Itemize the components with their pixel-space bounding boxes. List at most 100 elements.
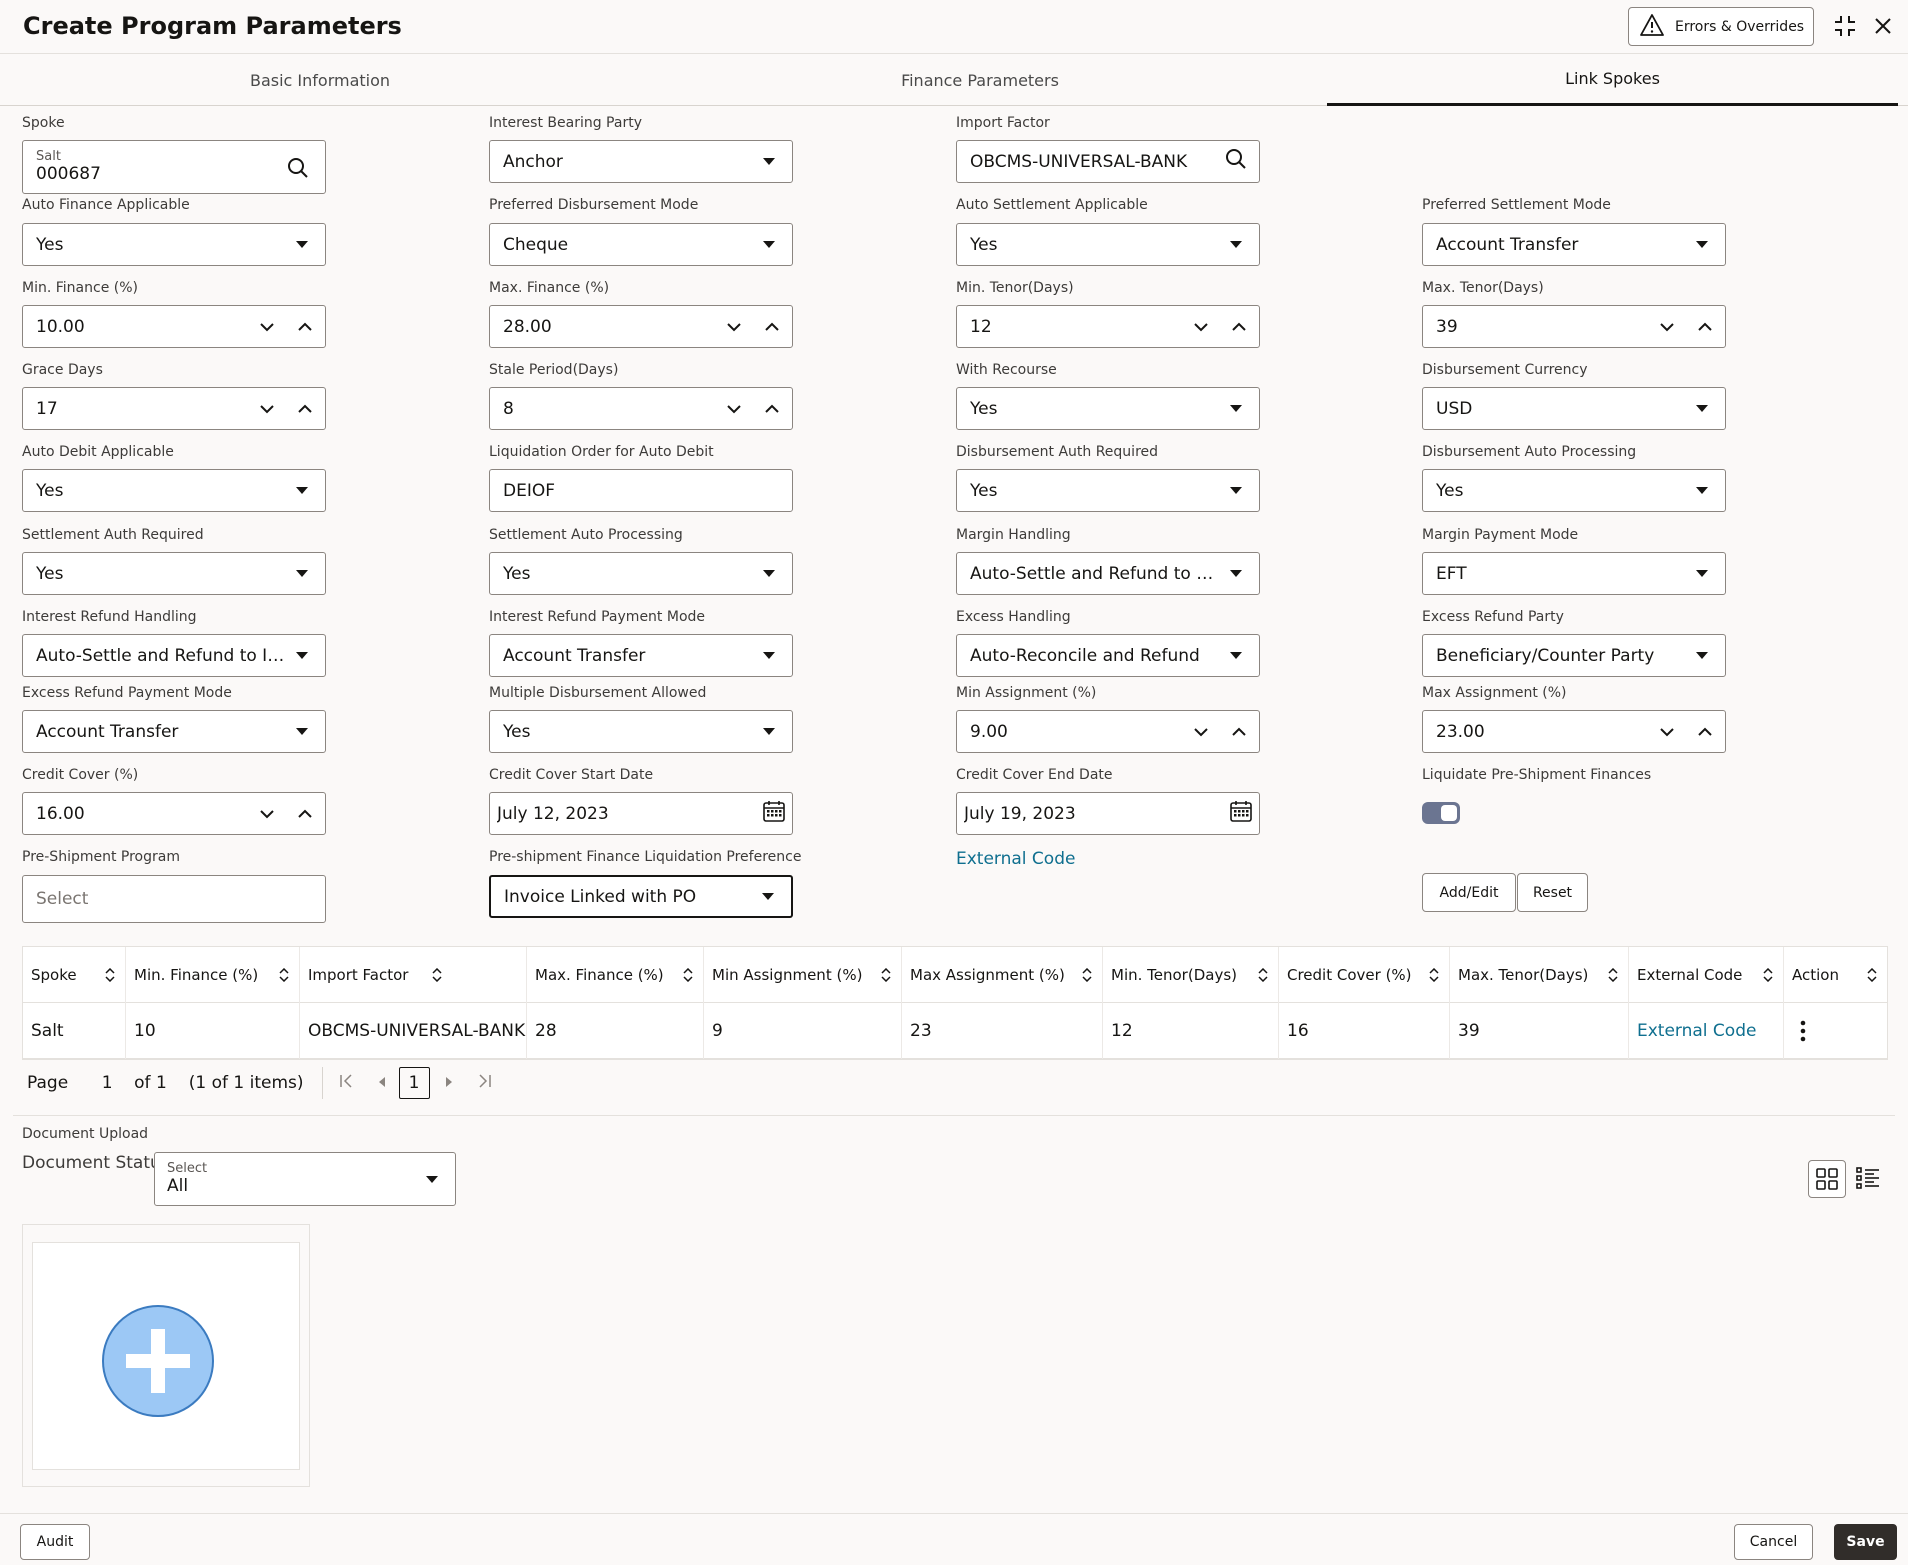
max-tenor-stepper[interactable]: 39 (1422, 305, 1726, 348)
chevron-down-icon[interactable] (1193, 322, 1209, 332)
close-icon[interactable] (1869, 12, 1897, 40)
interest-refund-handling-select[interactable]: Auto-Settle and Refund to IBP (22, 634, 326, 677)
chevron-down-icon[interactable] (259, 322, 275, 332)
interest-refund-payment-mode-select[interactable]: Account Transfer (489, 634, 793, 677)
pre-shipment-program-input[interactable]: Select (22, 875, 326, 923)
calendar-icon[interactable] (1229, 799, 1253, 828)
reset-button[interactable]: Reset (1517, 873, 1588, 912)
sort-icon[interactable] (105, 967, 115, 982)
max-finance-stepper[interactable]: 28.00 (489, 305, 793, 348)
row-actions-icon[interactable] (1784, 1003, 1887, 1059)
liquidate-pre-shipment-toggle[interactable] (1422, 802, 1460, 824)
external-code-cell-link[interactable]: External Code (1629, 1002, 1784, 1059)
calendar-icon[interactable] (762, 799, 786, 828)
pre-shipment-pref-select[interactable]: Invoice Linked with PO (489, 875, 793, 918)
margin-payment-mode-select[interactable]: EFT (1422, 552, 1726, 595)
sort-icon[interactable] (1763, 967, 1773, 982)
list-view-icon[interactable] (1856, 1166, 1880, 1194)
stale-period-stepper[interactable]: 8 (489, 387, 793, 430)
last-page-icon[interactable] (476, 1073, 492, 1094)
chevron-down-icon[interactable] (726, 404, 742, 414)
sort-icon[interactable] (279, 967, 289, 982)
column-header[interactable]: Max. Finance (%) (527, 946, 704, 1003)
margin-handling-select[interactable]: Auto-Settle and Refund to S... (956, 552, 1260, 595)
min-tenor-stepper[interactable]: 12 (956, 305, 1260, 348)
column-header[interactable]: Max Assignment (%) (902, 946, 1103, 1003)
chevron-up-icon[interactable] (1231, 727, 1247, 737)
column-header[interactable]: Min. Finance (%) (126, 946, 300, 1003)
disbursement-auth-required-select[interactable]: Yes (956, 469, 1260, 512)
settlement-auth-required-select[interactable]: Yes (22, 552, 326, 595)
sort-icon[interactable] (432, 967, 442, 982)
chevron-up-icon[interactable] (1231, 322, 1247, 332)
cancel-button[interactable]: Cancel (1734, 1524, 1813, 1560)
grid-view-icon[interactable] (1808, 1160, 1846, 1198)
preferred-settlement-mode-select[interactable]: Account Transfer (1422, 223, 1726, 266)
sort-icon[interactable] (1082, 967, 1092, 982)
chevron-up-icon[interactable] (764, 322, 780, 332)
min-finance-stepper[interactable]: 10.00 (22, 305, 326, 348)
add-document-icon[interactable] (102, 1305, 214, 1417)
auto-debit-applicable-select[interactable]: Yes (22, 469, 326, 512)
spoke-search-field[interactable]: Salt 000687 (22, 140, 326, 194)
errors-overrides-button[interactable]: Errors & Overrides (1628, 7, 1814, 46)
previous-page-icon[interactable] (377, 1073, 387, 1093)
page-number-input[interactable]: 1 (94, 1073, 120, 1093)
interest-bearing-party-select[interactable]: Anchor (489, 140, 793, 183)
column-header[interactable]: Max. Tenor(Days) (1450, 946, 1629, 1003)
credit-cover-start-date[interactable]: July 12, 2023 (489, 792, 793, 835)
with-recourse-select[interactable]: Yes (956, 387, 1260, 430)
first-page-icon[interactable] (339, 1073, 355, 1094)
chevron-up-icon[interactable] (764, 404, 780, 414)
settlement-auto-processing-select[interactable]: Yes (489, 552, 793, 595)
credit-cover-stepper[interactable]: 16.00 (22, 792, 326, 835)
chevron-down-icon[interactable] (1659, 322, 1675, 332)
sort-icon[interactable] (1867, 967, 1877, 982)
column-header[interactable]: Spoke (23, 946, 126, 1003)
disbursement-currency-select[interactable]: USD (1422, 387, 1726, 430)
liquidation-order-input[interactable]: DEIOF (489, 469, 793, 512)
table-row[interactable]: Salt 10 OBCMS-UNIVERSAL-BANK 28 9 23 12 … (23, 1002, 1887, 1059)
excess-refund-payment-mode-select[interactable]: Account Transfer (22, 710, 326, 753)
chevron-down-icon[interactable] (1659, 727, 1675, 737)
column-header[interactable]: Import Factor (300, 946, 527, 1003)
excess-refund-party-select[interactable]: Beneficiary/Counter Party (1422, 634, 1726, 677)
tab-basic-information[interactable]: Basic Information (0, 54, 640, 106)
column-header[interactable]: Min Assignment (%) (704, 946, 902, 1003)
chevron-up-icon[interactable] (297, 322, 313, 332)
collapse-icon[interactable] (1831, 12, 1859, 40)
chevron-down-icon[interactable] (1193, 727, 1209, 737)
auto-settlement-applicable-select[interactable]: Yes (956, 223, 1260, 266)
min-assignment-stepper[interactable]: 9.00 (956, 710, 1260, 753)
sort-icon[interactable] (881, 967, 891, 982)
document-status-select[interactable]: Select All (154, 1152, 456, 1206)
external-code-link[interactable]: External Code (956, 849, 1075, 869)
credit-cover-end-date[interactable]: July 19, 2023 (956, 792, 1260, 835)
search-icon[interactable] (1225, 148, 1247, 175)
audit-button[interactable]: Audit (20, 1524, 90, 1560)
add-edit-button[interactable]: Add/Edit (1422, 873, 1516, 912)
save-button[interactable]: Save (1834, 1524, 1897, 1560)
column-header[interactable]: External Code (1629, 946, 1784, 1003)
current-page-button[interactable]: 1 (398, 1067, 430, 1099)
preferred-disbursement-mode-select[interactable]: Cheque (489, 223, 793, 266)
tab-finance-parameters[interactable]: Finance Parameters (660, 54, 1300, 106)
upload-dropzone[interactable] (32, 1242, 300, 1470)
chevron-up-icon[interactable] (1697, 727, 1713, 737)
tab-link-spokes[interactable]: Link Spokes (1327, 54, 1898, 106)
chevron-down-icon[interactable] (726, 322, 742, 332)
column-header[interactable]: Action (1784, 947, 1887, 1003)
column-header[interactable]: Min. Tenor(Days) (1103, 946, 1279, 1003)
auto-finance-applicable-select[interactable]: Yes (22, 223, 326, 266)
sort-icon[interactable] (1429, 967, 1439, 982)
grace-days-stepper[interactable]: 17 (22, 387, 326, 430)
chevron-down-icon[interactable] (259, 404, 275, 414)
multiple-disbursement-allowed-select[interactable]: Yes (489, 710, 793, 753)
sort-icon[interactable] (683, 967, 693, 982)
chevron-up-icon[interactable] (297, 404, 313, 414)
chevron-up-icon[interactable] (297, 809, 313, 819)
search-icon[interactable] (287, 157, 309, 184)
disbursement-auto-processing-select[interactable]: Yes (1422, 469, 1726, 512)
sort-icon[interactable] (1608, 967, 1618, 982)
chevron-down-icon[interactable] (259, 809, 275, 819)
